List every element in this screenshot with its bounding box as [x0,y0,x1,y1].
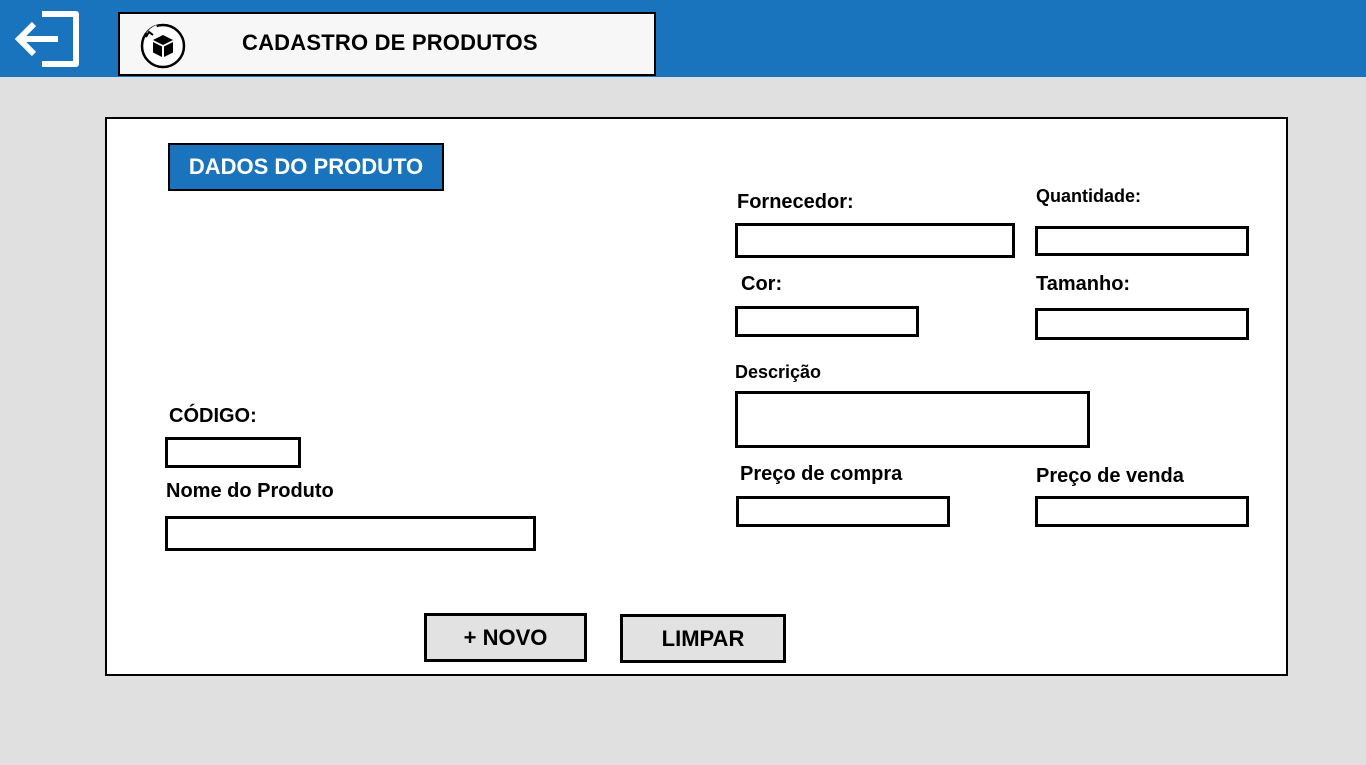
section-title-badge: DADOS DO PRODUTO [168,143,444,191]
fornecedor-input[interactable] [735,223,1015,258]
codigo-input[interactable] [165,437,301,468]
top-bar: CADASTRO DE PRODUTOS [0,0,1366,77]
codigo-label: CÓDIGO: [169,405,257,427]
page-title: CADASTRO DE PRODUTOS [242,30,538,55]
fornecedor-label: Fornecedor: [737,191,854,213]
tamanho-label: Tamanho: [1036,273,1131,295]
tamanho-input[interactable] [1035,308,1249,340]
cor-input[interactable] [735,306,919,337]
preco-compra-label: Preço de compra [740,463,903,485]
quantidade-input[interactable] [1035,226,1249,256]
preco-venda-input[interactable] [1035,496,1249,527]
app-title-box: CADASTRO DE PRODUTOS [118,12,656,76]
cor-label: Cor: [741,273,783,295]
nome-produto-label: Nome do Produto [166,480,334,502]
preco-venda-label: Preço de venda [1036,465,1184,487]
descricao-input[interactable] [735,391,1090,448]
package-box-icon [140,23,186,69]
novo-button[interactable]: + NOVO [424,613,587,662]
logout-arrow-icon [14,11,79,67]
quantidade-label: Quantidade: [1036,186,1142,206]
descricao-label: Descrição [735,362,822,382]
nome-produto-input[interactable] [165,516,536,551]
limpar-button[interactable]: LIMPAR [620,614,786,663]
logout-button[interactable] [14,8,84,72]
preco-compra-input[interactable] [736,496,950,527]
